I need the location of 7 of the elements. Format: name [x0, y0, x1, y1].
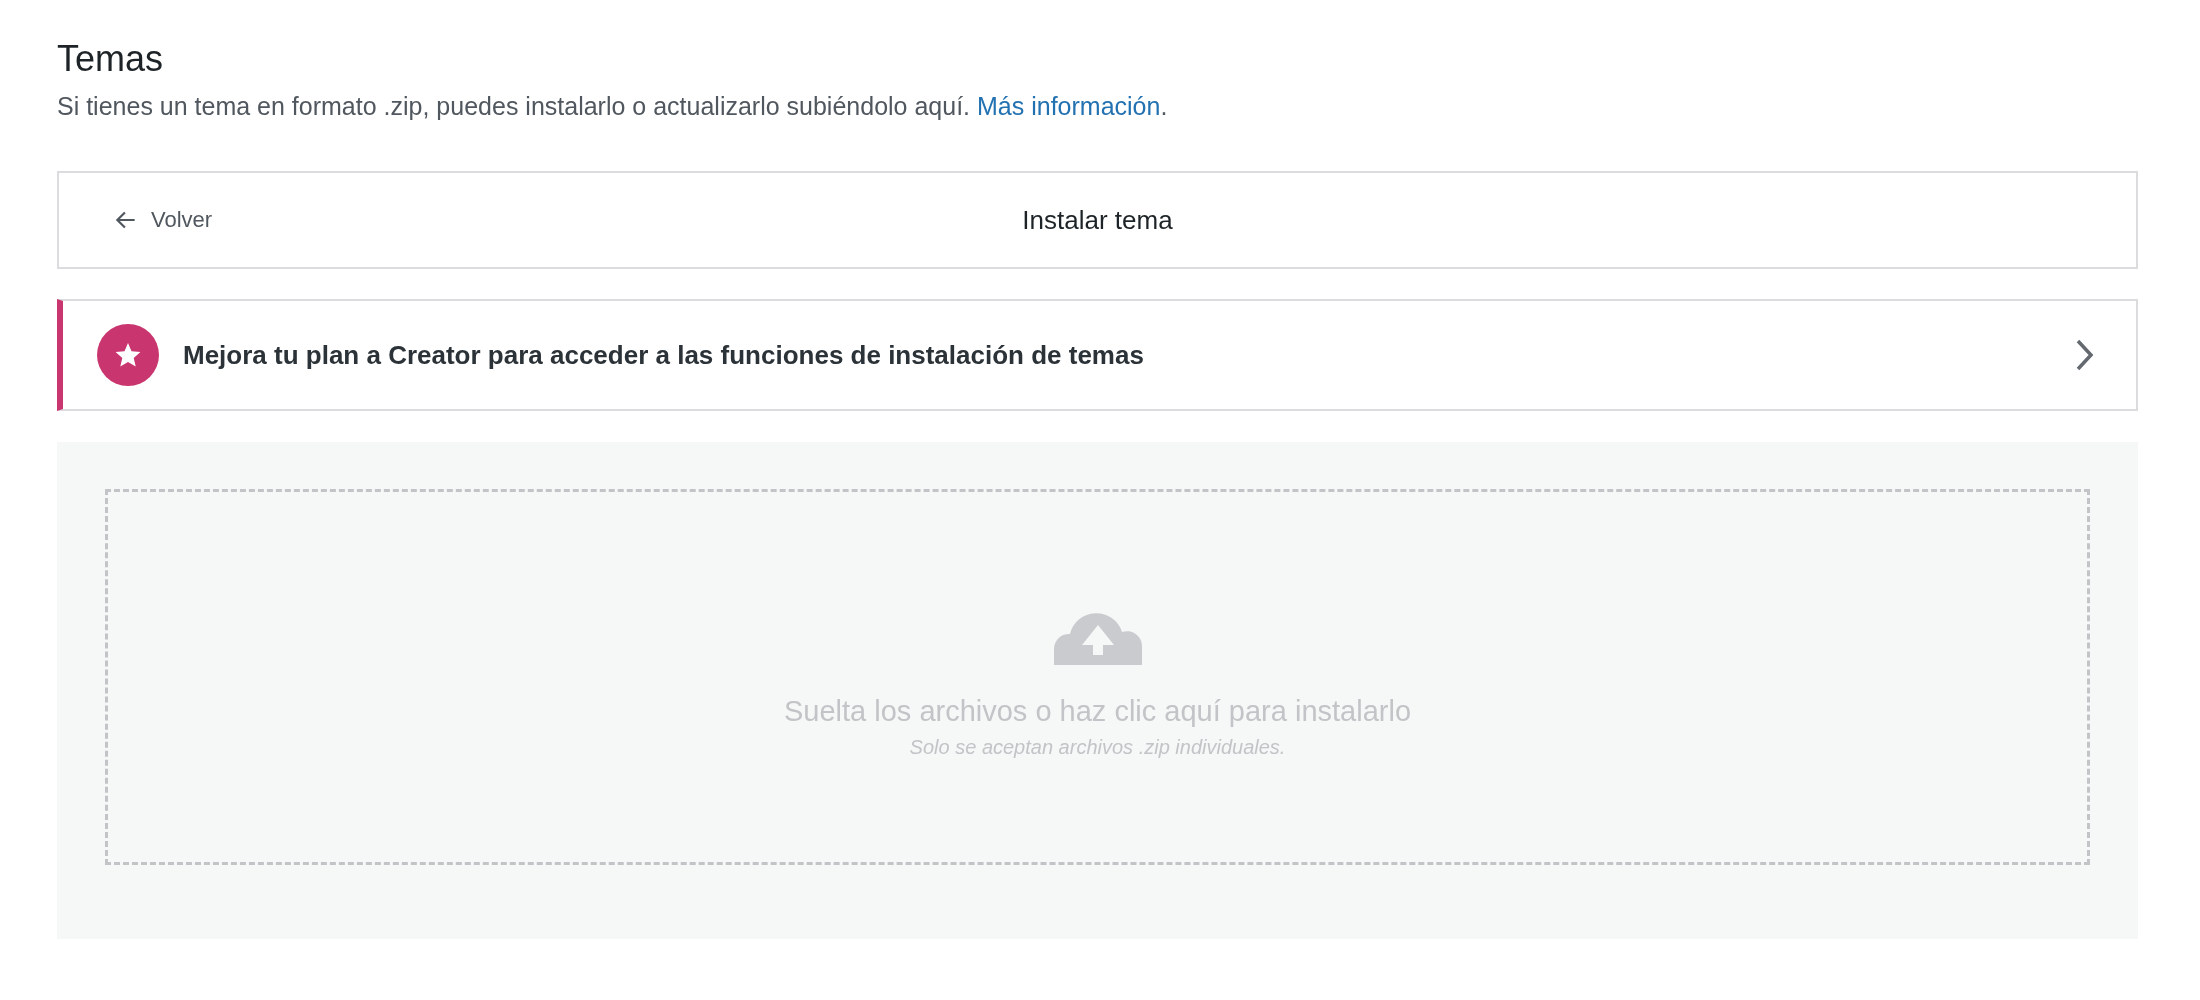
page-description: Si tienes un tema en formato .zip, puedes instalarlo o actualizarlo subiéndolo aquí. Más información. — [57, 92, 1169, 121]
more-info-link[interactable]: Más información — [977, 92, 1161, 120]
back-button[interactable]: Volver — [109, 203, 217, 237]
chevron-right-icon — [2074, 338, 2096, 372]
header-title: Instalar tema — [1022, 204, 1173, 236]
upgrade-banner[interactable]: Mejora tu plan a Creator para acceder a las funciones de instalación de temas — [57, 299, 2138, 411]
page-title: Temas — [57, 37, 165, 81]
